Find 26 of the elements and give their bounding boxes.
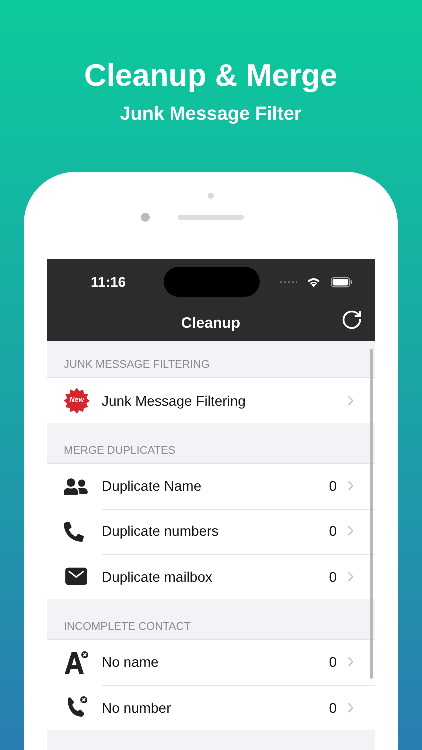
nav-title: Cleanup — [181, 314, 241, 332]
row-count: 0 — [329, 700, 337, 716]
battery-icon — [330, 276, 353, 288]
refresh-icon[interactable] — [341, 309, 363, 331]
status-time: 11:16 — [91, 274, 128, 290]
speaker-grille — [178, 215, 244, 220]
row-count: 0 — [329, 654, 337, 670]
sensor-dot — [208, 193, 214, 199]
row-label: Duplicate Name — [102, 478, 203, 494]
list-row[interactable]: No number 0 — [47, 685, 375, 730]
row-label: Duplicate numbers — [102, 523, 220, 539]
list-row[interactable]: Duplicate mailbox 0 — [47, 554, 375, 599]
signal-icon — [280, 280, 297, 284]
camera-lens — [141, 213, 150, 222]
row-label: Junk Message Filtering — [102, 392, 247, 408]
row-label: No name — [102, 654, 160, 670]
phone-icon — [64, 522, 84, 542]
row-count: 0 — [329, 523, 337, 539]
row-label: Duplicate mailbox — [102, 568, 214, 584]
subheadline: Junk Message Filter — [120, 104, 302, 126]
row-count: 0 — [329, 478, 337, 494]
headline: Cleanup & Merge — [84, 58, 338, 94]
letter-x-icon — [64, 650, 90, 674]
row-label: No number — [102, 700, 172, 716]
wifi-icon — [307, 276, 321, 288]
row-count: 0 — [329, 568, 337, 584]
